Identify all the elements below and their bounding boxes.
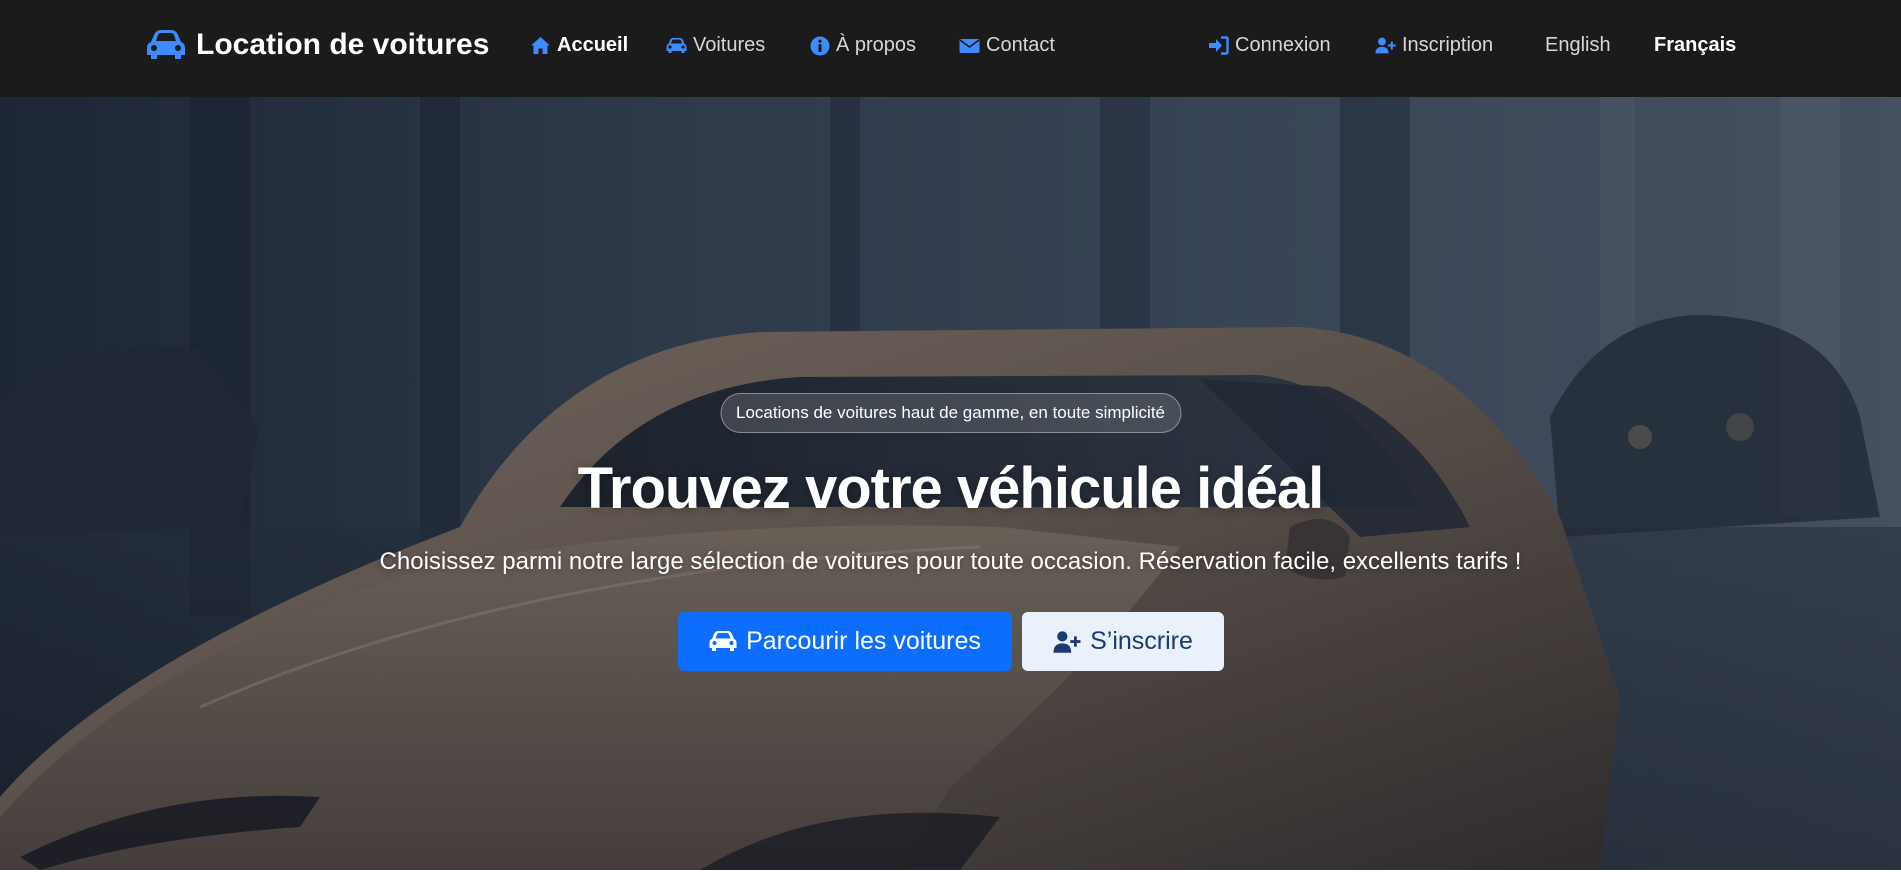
lang-label: Français xyxy=(1654,34,1737,56)
hero-subtitle: Choisissez parmi notre large sélection d… xyxy=(379,548,1522,575)
hero-tagline-badge: Locations de voitures haut de gamme, en … xyxy=(719,393,1182,433)
browse-cars-button[interactable]: Parcourir les voitures xyxy=(678,612,1012,671)
car-icon xyxy=(666,36,687,56)
hero-title: Trouvez votre véhicule idéal xyxy=(577,456,1325,521)
nav-link-label: À propos xyxy=(836,34,917,56)
hero-content: Locations de voitures haut de gamme, en … xyxy=(0,97,1901,870)
nav-link-label: Contact xyxy=(986,34,1055,56)
signup-label: S’inscrire xyxy=(1090,627,1193,655)
envelope-icon xyxy=(959,36,980,56)
user-plus-icon xyxy=(1375,36,1396,56)
car-icon xyxy=(709,630,737,654)
home-icon xyxy=(530,36,551,56)
user-plus-icon xyxy=(1053,630,1081,654)
nav-link-label: Accueil xyxy=(557,34,629,56)
sign-in-icon xyxy=(1208,36,1229,56)
lang-link-english[interactable]: English xyxy=(1545,34,1611,57)
lang-link-francais[interactable]: Français xyxy=(1654,34,1736,57)
browse-cars-label: Parcourir les voitures xyxy=(746,627,981,655)
nav-link-voitures[interactable]: Voitures xyxy=(666,34,765,57)
car-icon xyxy=(146,29,186,61)
hero-section: Locations de voitures haut de gamme, en … xyxy=(0,97,1901,870)
top-navbar: Location de voitures Accueil Voitures À … xyxy=(0,0,1901,97)
nav-link-inscription[interactable]: Inscription xyxy=(1375,34,1493,57)
nav-link-a-propos[interactable]: À propos xyxy=(809,34,916,57)
lang-label: English xyxy=(1545,34,1611,56)
nav-link-label: Voitures xyxy=(693,34,766,56)
nav-link-contact[interactable]: Contact xyxy=(959,34,1055,57)
info-circle-icon xyxy=(809,36,830,56)
nav-link-label: Inscription xyxy=(1402,34,1494,56)
nav-link-label: Connexion xyxy=(1235,34,1331,56)
nav-link-accueil[interactable]: Accueil xyxy=(530,34,628,57)
brand-title: Location de voitures xyxy=(196,28,490,61)
signup-button[interactable]: S’inscrire xyxy=(1022,612,1224,671)
brand-link[interactable]: Location de voitures xyxy=(146,28,489,62)
nav-link-connexion[interactable]: Connexion xyxy=(1208,34,1331,57)
